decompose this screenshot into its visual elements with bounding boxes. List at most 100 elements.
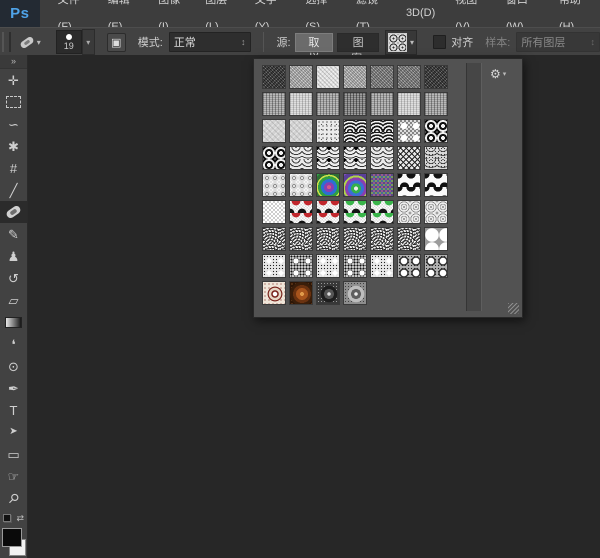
pattern-tile-seigaiha-dark[interactable]: [262, 146, 286, 170]
pattern-tile-half-red[interactable]: [289, 200, 313, 224]
pattern-tile-noise-xlight[interactable]: [316, 65, 340, 89]
tool-marquee[interactable]: [0, 91, 27, 113]
pattern-tile-half-green[interactable]: [370, 200, 394, 224]
crop-icon: #: [10, 162, 17, 175]
pattern-tile-diamond-c[interactable]: [397, 254, 421, 278]
source-pattern-button[interactable]: 图案:: [337, 33, 379, 52]
pattern-tile-scale-light[interactable]: [289, 146, 313, 170]
pattern-tile-speckle[interactable]: [316, 119, 340, 143]
pattern-tile-diamond-a[interactable]: [316, 254, 340, 278]
tool-eraser[interactable]: ▱: [0, 289, 27, 311]
pattern-tile-checker-light[interactable]: [262, 200, 286, 224]
pattern-tile-half-bw[interactable]: [397, 173, 421, 197]
swap-colors-icon[interactable]: ⇄: [16, 513, 24, 524]
pattern-tile-ornate-gray[interactable]: [262, 173, 286, 197]
pattern-tile-fan[interactable]: [289, 227, 313, 251]
mode-select[interactable]: 正常 ↕: [169, 32, 251, 52]
tool-crop[interactable]: #: [0, 157, 27, 179]
pattern-tile-rings-fine[interactable]: [397, 200, 421, 224]
pattern-tile-diamond-b[interactable]: [289, 254, 313, 278]
pattern-tile-scale-x[interactable]: [397, 146, 421, 170]
tool-type[interactable]: T: [0, 399, 27, 421]
tool-history-brush[interactable]: ↺: [0, 267, 27, 289]
tool-blur[interactable]: ❛: [0, 333, 27, 355]
pattern-tile-tex-light[interactable]: [262, 119, 286, 143]
pattern-tile-fiber-mid[interactable]: [316, 92, 340, 116]
pattern-tile-noise-dark[interactable]: [262, 65, 286, 89]
pattern-tile-noise-dark[interactable]: [424, 65, 448, 89]
pattern-picker-scrollbar[interactable]: [466, 63, 482, 311]
brush-size-picker[interactable]: 19 ▾: [56, 29, 95, 55]
pattern-tile-seigaiha-dark[interactable]: [424, 119, 448, 143]
tool-move[interactable]: ✛: [0, 69, 27, 91]
default-colors-icon[interactable]: [3, 514, 12, 523]
pattern-tile-noise-mid[interactable]: [370, 65, 394, 89]
tool-shape[interactable]: ▭: [0, 443, 27, 465]
pattern-tile-fiber-mid[interactable]: [424, 92, 448, 116]
chevron-down-icon[interactable]: ▾: [82, 29, 95, 55]
menu-item-3d[interactable]: 3D(D): [396, 0, 445, 27]
pattern-tile-fan[interactable]: [262, 227, 286, 251]
quick-selection-icon: ✱: [8, 140, 19, 153]
pattern-tile-diamond-a[interactable]: [370, 254, 394, 278]
pattern-tile-fiber-mid[interactable]: [262, 92, 286, 116]
pattern-tile-scale-eyes[interactable]: [316, 146, 340, 170]
pattern-tile-fan[interactable]: [370, 227, 394, 251]
pattern-tile-diamond-b[interactable]: [343, 254, 367, 278]
align-checkbox[interactable]: [433, 35, 446, 49]
pattern-tile-fiber-light[interactable]: [289, 92, 313, 116]
tool-hand[interactable]: ☞: [0, 465, 27, 487]
pattern-tile-tex-light[interactable]: [289, 119, 313, 143]
tool-eyedropper[interactable]: ╱: [0, 179, 27, 201]
picker-menu-button[interactable]: ⚙ ▾: [490, 67, 506, 81]
pattern-tile-diamond-a[interactable]: [262, 254, 286, 278]
pattern-tile-medallion-maroon[interactable]: [262, 281, 286, 305]
tool-dodge[interactable]: ⊙: [0, 355, 27, 377]
pattern-tile-checker-diamond[interactable]: [397, 119, 421, 143]
pattern-tile-fiber-light[interactable]: [397, 92, 421, 116]
toggle-brush-panel-button[interactable]: ▣: [107, 33, 126, 52]
pattern-tile-psy-speckle[interactable]: [370, 173, 394, 197]
pattern-tile-medallion-dark[interactable]: [316, 281, 340, 305]
pattern-tile-ornate-gray[interactable]: [289, 173, 313, 197]
tool-pen[interactable]: ✒: [0, 377, 27, 399]
pattern-tile-quatrefoil[interactable]: [424, 227, 448, 251]
pattern-tile-seigaiha-light[interactable]: [370, 119, 394, 143]
pattern-tile-medallion-gray[interactable]: [343, 281, 367, 305]
foreground-color-swatch[interactable]: [2, 528, 22, 547]
pattern-tile-psy-green[interactable]: [316, 173, 340, 197]
source-sampled-button[interactable]: 取样: [295, 33, 334, 52]
pattern-tile-half-red[interactable]: [316, 200, 340, 224]
pattern-tile-seigaiha-light[interactable]: [343, 119, 367, 143]
pattern-tile-fiber-dark[interactable]: [343, 92, 367, 116]
tool-quick-selection[interactable]: ✱: [0, 135, 27, 157]
tool-lasso[interactable]: ∽: [0, 113, 27, 135]
pattern-tile-scale-speckle[interactable]: [424, 146, 448, 170]
pattern-tile-noise-light[interactable]: [343, 65, 367, 89]
pattern-tile-diamond-c[interactable]: [424, 254, 448, 278]
resize-grip-icon[interactable]: [508, 303, 519, 314]
pattern-tile-rings-fine[interactable]: [424, 200, 448, 224]
pattern-tile-noise-light[interactable]: [289, 65, 313, 89]
tool-brush[interactable]: ✎: [0, 223, 27, 245]
collapse-toolbar-button[interactable]: »: [0, 55, 27, 69]
tool-clone-stamp[interactable]: ♟: [0, 245, 27, 267]
pattern-tile-scale-light[interactable]: [370, 146, 394, 170]
pattern-tile-noise-mid[interactable]: [397, 65, 421, 89]
tool-path-selection[interactable]: ➤: [0, 421, 27, 443]
pattern-tile-fiber-mid[interactable]: [370, 92, 394, 116]
tool-healing-brush[interactable]: [0, 201, 27, 223]
tool-zoom[interactable]: ⚲: [0, 487, 27, 509]
pattern-tile-flower-rust[interactable]: [289, 281, 313, 305]
tool-preset-button[interactable]: ▾: [17, 36, 44, 49]
pattern-tile-fan[interactable]: [316, 227, 340, 251]
pattern-tile-scale-eyes[interactable]: [343, 146, 367, 170]
pattern-tile-half-green[interactable]: [343, 200, 367, 224]
pattern-tile-psy-purple[interactable]: [343, 173, 367, 197]
pattern-tile-half-bw[interactable]: [424, 173, 448, 197]
pattern-swatch-button[interactable]: ▾: [385, 30, 417, 55]
tool-gradient[interactable]: [0, 311, 27, 333]
pattern-tile-fan[interactable]: [397, 227, 421, 251]
pattern-tile-fan[interactable]: [343, 227, 367, 251]
sample-select[interactable]: 所有图层 ↕: [516, 32, 600, 52]
